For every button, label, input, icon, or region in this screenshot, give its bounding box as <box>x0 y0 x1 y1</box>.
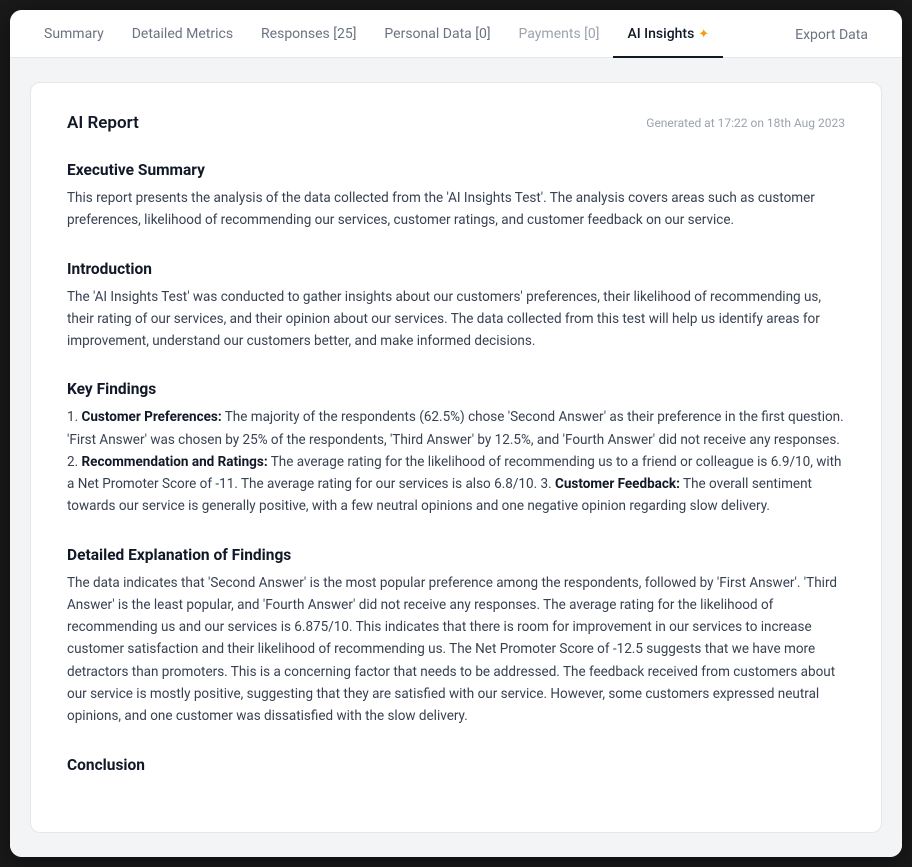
detailed-explanation-heading: Detailed Explanation of Findings <box>67 546 845 564</box>
report-header: AI Report Generated at 17:22 on 18th Aug… <box>67 113 845 133</box>
tab-personal-data[interactable]: Personal Data [0] <box>370 10 504 58</box>
key-findings-text: 1. Customer Preferences: The majority of… <box>67 406 845 517</box>
tab-responses[interactable]: Responses [25] <box>247 10 370 58</box>
report-title: AI Report <box>67 113 139 133</box>
introduction-text: The 'AI Insights Test' was conducted to … <box>67 286 845 353</box>
report-card: AI Report Generated at 17:22 on 18th Aug… <box>30 82 882 833</box>
section-detailed-explanation: Detailed Explanation of Findings The dat… <box>67 546 845 728</box>
section-introduction: Introduction The 'AI Insights Test' was … <box>67 260 845 353</box>
generated-at: Generated at 17:22 on 18th Aug 2023 <box>646 116 845 130</box>
detailed-explanation-text: The data indicates that 'Second Answer' … <box>67 572 845 728</box>
star-icon: ✦ <box>698 27 709 42</box>
tab-detailed-metrics[interactable]: Detailed Metrics <box>118 10 247 58</box>
executive-summary-heading: Executive Summary <box>67 161 845 179</box>
tab-bar: Summary Detailed Metrics Responses [25] … <box>10 10 902 58</box>
content-area: AI Report Generated at 17:22 on 18th Aug… <box>10 58 902 857</box>
tab-payments[interactable]: Payments [0] <box>505 10 614 58</box>
tab-export-data[interactable]: Export Data <box>781 11 882 57</box>
section-executive-summary: Executive Summary This report presents t… <box>67 161 845 232</box>
introduction-heading: Introduction <box>67 260 845 278</box>
main-window: Summary Detailed Metrics Responses [25] … <box>10 10 902 857</box>
key-findings-heading: Key Findings <box>67 380 845 398</box>
executive-summary-text: This report presents the analysis of the… <box>67 187 845 232</box>
section-key-findings: Key Findings 1. Customer Preferences: Th… <box>67 380 845 517</box>
tab-summary[interactable]: Summary <box>30 10 118 58</box>
tab-ai-insights[interactable]: AI Insights ✦ <box>613 10 723 58</box>
